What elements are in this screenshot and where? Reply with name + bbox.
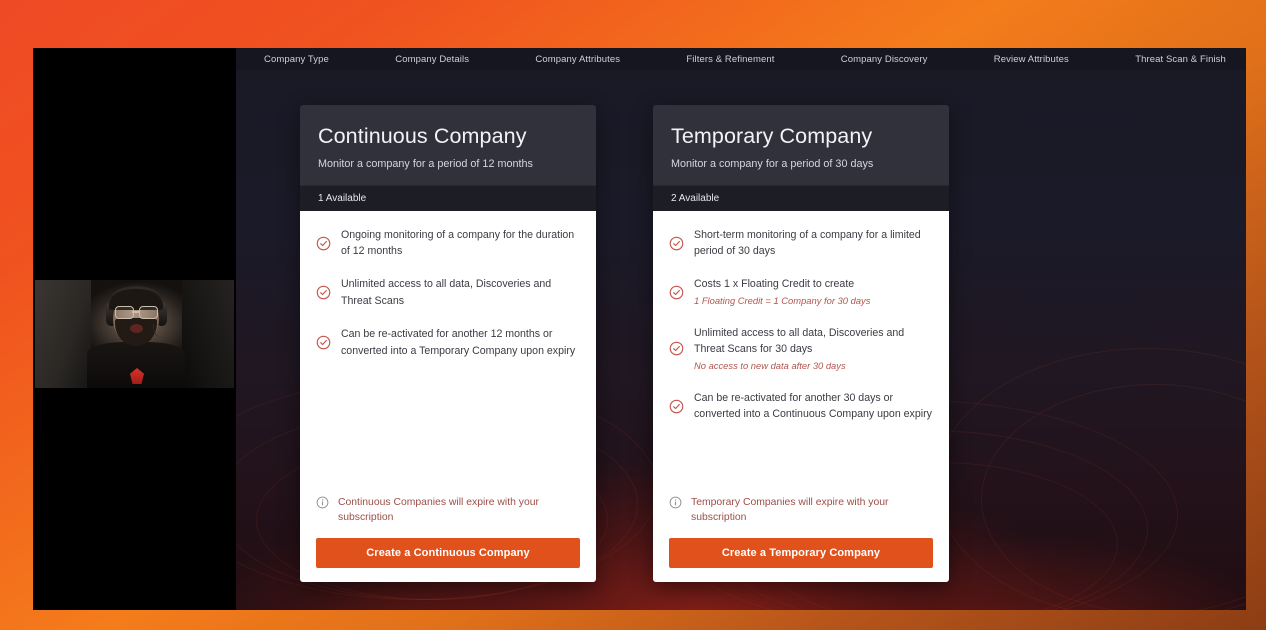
webcam-bg-left <box>35 280 91 388</box>
check-circle-icon <box>669 399 684 414</box>
info-circle-icon <box>316 496 329 509</box>
create-continuous-company-button[interactable]: Create a Continuous Company <box>316 538 580 568</box>
card-title: Continuous Company <box>318 124 527 148</box>
feature-text: Costs 1 x Floating Credit to create 1 Fl… <box>694 276 870 308</box>
feature-item: Ongoing monitoring of a company for the … <box>316 227 580 260</box>
headset-microphone <box>153 324 166 338</box>
eyeglass-right <box>139 306 158 319</box>
step-review-attributes[interactable]: Review Attributes <box>988 54 1075 65</box>
feature-item: Costs 1 x Floating Credit to create 1 Fl… <box>669 276 933 308</box>
card-footer: Continuous Companies will expire with yo… <box>300 494 596 582</box>
feature-text: Can be re-activated for another 30 days … <box>694 391 932 421</box>
expiry-notice: Temporary Companies will expire with you… <box>669 495 933 526</box>
check-circle-icon <box>316 335 331 350</box>
eyeglass-bridge <box>132 311 139 313</box>
eyeglass-left <box>115 306 134 319</box>
wizard-step-nav: Company Type Company Details Company Att… <box>236 48 1246 70</box>
feature-item: Can be re-activated for another 30 days … <box>669 390 933 423</box>
card-subtitle: Monitor a company for a period of 12 mon… <box>318 157 533 170</box>
card-header: Temporary Company Monitor a company for … <box>653 105 949 185</box>
card-header: Continuous Company Monitor a company for… <box>300 105 596 185</box>
availability-badge: 2 Available <box>653 184 949 211</box>
webcam-video <box>35 280 234 388</box>
headphone-band <box>111 286 161 299</box>
check-circle-icon <box>316 285 331 300</box>
feature-item: Unlimited access to all data, Discoverie… <box>316 276 580 309</box>
feature-text-main: Short-term monitoring of a company for a… <box>694 228 921 257</box>
feature-item: Can be re-activated for another 12 month… <box>316 326 580 359</box>
check-circle-icon <box>316 236 331 251</box>
create-temporary-company-button[interactable]: Create a Temporary Company <box>669 538 933 568</box>
card-temporary-company[interactable]: Temporary Company Monitor a company for … <box>653 105 949 582</box>
feature-item: Unlimited access to all data, Discoverie… <box>669 325 933 373</box>
feature-text: Unlimited access to all data, Discoverie… <box>694 325 933 373</box>
feature-note: No access to new data after 30 days <box>694 359 846 371</box>
feature-note: 1 Floating Credit = 1 Company for 30 day… <box>694 294 871 306</box>
check-circle-icon <box>669 236 684 251</box>
webcam-person-mouth <box>130 324 143 333</box>
card-feature-list: Short-term monitoring of a company for a… <box>653 210 949 495</box>
feature-text-main: Costs 1 x Floating Credit to create <box>694 278 855 291</box>
step-threat-scan-finish[interactable]: Threat Scan & Finish <box>1129 54 1232 65</box>
expiry-notice: Continuous Companies will expire with yo… <box>316 495 580 526</box>
webcam-bg-right <box>182 280 234 388</box>
feature-text: Ongoing monitoring of a company for the … <box>341 228 575 257</box>
check-circle-icon <box>669 341 684 356</box>
feature-item: Short-term monitoring of a company for a… <box>669 227 933 260</box>
step-company-type[interactable]: Company Type <box>258 54 335 65</box>
card-feature-list: Ongoing monitoring of a company for the … <box>300 210 596 495</box>
feature-text: Unlimited access to all data, Discoverie… <box>341 278 552 307</box>
check-circle-icon <box>669 285 684 300</box>
screen-share-frame: Company Type Company Details Company Att… <box>0 0 1266 630</box>
app-screen: Company Type Company Details Company Att… <box>33 48 1246 610</box>
step-company-attributes[interactable]: Company Attributes <box>529 54 626 65</box>
step-company-discovery[interactable]: Company Discovery <box>835 54 934 65</box>
card-footer: Temporary Companies will expire with you… <box>653 494 949 582</box>
expiry-text: Continuous Companies will expire with yo… <box>338 496 539 524</box>
expiry-text: Temporary Companies will expire with you… <box>691 496 889 524</box>
step-company-details[interactable]: Company Details <box>389 54 475 65</box>
card-title: Temporary Company <box>671 124 873 148</box>
feature-text: Can be re-activated for another 12 month… <box>341 328 576 357</box>
availability-badge: 1 Available <box>300 184 596 211</box>
card-subtitle: Monitor a company for a period of 30 day… <box>671 157 874 170</box>
feature-text: Short-term monitoring of a company for a… <box>694 227 933 260</box>
info-circle-icon <box>669 496 682 509</box>
feature-text-main: Unlimited access to all data, Discoverie… <box>694 326 905 356</box>
card-continuous-company[interactable]: Continuous Company Monitor a company for… <box>300 105 596 582</box>
webcam-overlay-panel <box>33 48 236 610</box>
step-filters-refinement[interactable]: Filters & Refinement <box>680 54 780 65</box>
